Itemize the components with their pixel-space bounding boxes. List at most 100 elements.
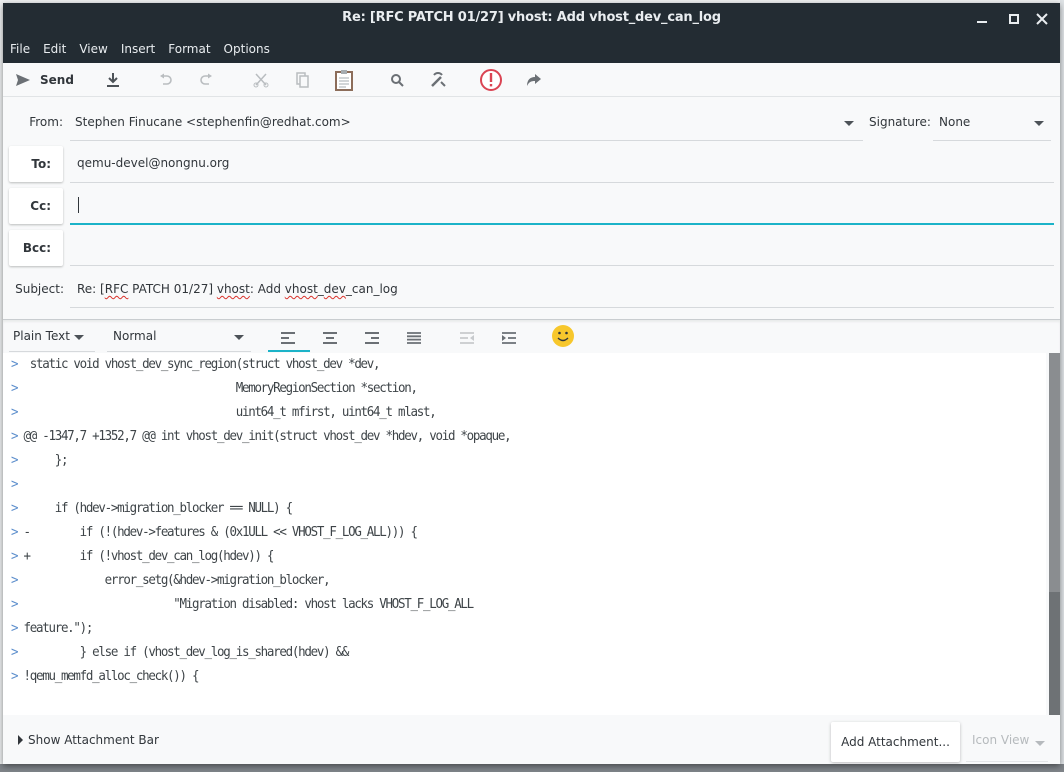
body-line: > uint64_t mfirst, uint64_t mlast,: [11, 401, 437, 425]
add-attachment-button[interactable]: Add Attachment...: [831, 722, 960, 762]
body-line-text: static void vhost_dev_sync_region(struct…: [17, 357, 381, 372]
body-line-text: };: [17, 453, 69, 468]
spellcheck-icon: [431, 72, 446, 87]
unindent-button[interactable]: [447, 327, 487, 349]
menu-view[interactable]: View: [79, 42, 107, 56]
menu-bar: File Edit View Insert Format Options: [3, 34, 1060, 63]
maximize-icon: [1009, 14, 1019, 24]
main-toolbar: Send: [3, 63, 1060, 97]
indent-button[interactable]: [489, 327, 529, 349]
cut-button[interactable]: [251, 68, 271, 92]
close-button[interactable]: [1032, 9, 1052, 29]
quote-marker: >: [11, 477, 18, 492]
align-center-icon: [323, 332, 337, 344]
title-bar[interactable]: Re: [RFC PATCH 01/27] vhost: Add vhost_d…: [3, 3, 1060, 34]
view-select-arrow-icon[interactable]: [1035, 741, 1045, 746]
body-line-text: !qemu_memfd_alloc_check()) {: [17, 669, 199, 684]
save-draft-icon: [107, 73, 119, 87]
paragraph-style-underline: [107, 351, 251, 352]
text-mode-value: Plain Text: [13, 329, 70, 343]
unindent-icon: [460, 332, 474, 344]
text-mode-arrow-icon[interactable]: [74, 335, 84, 340]
scrollbar-thumb[interactable]: [1049, 353, 1060, 592]
cc-field[interactable]: [77, 197, 1047, 215]
send-label: Send: [40, 73, 74, 87]
body-line: > error_setg(&hdev->migration_blocker,: [11, 569, 331, 593]
show-attachment-bar-toggle[interactable]: Show Attachment Bar: [18, 733, 159, 747]
from-label: From:: [29, 115, 63, 129]
background-window-edge-bottom: [0, 764, 1064, 772]
menu-insert[interactable]: Insert: [121, 42, 155, 56]
subject-misspelled-word: vhost: [284, 282, 318, 296]
priority-icon: [480, 69, 502, 91]
redo-button[interactable]: [196, 68, 216, 92]
text-mode-select[interactable]: Plain Text: [13, 329, 70, 343]
paragraph-style-arrow-icon[interactable]: [234, 335, 244, 340]
show-attachment-bar-label: Show Attachment Bar: [28, 733, 159, 747]
align-right-button[interactable]: [352, 327, 392, 349]
forward-button[interactable]: [524, 68, 544, 92]
priority-button[interactable]: [478, 68, 504, 92]
body-line: > if (hdev->migration_blocker == NULL) {: [11, 497, 293, 521]
window-title: Re: [RFC PATCH 01/27] vhost: Add vhost_d…: [342, 10, 721, 25]
menu-format[interactable]: Format: [168, 42, 210, 56]
body-line-text: feature.");: [17, 621, 93, 636]
subject-field[interactable]: Re: [RFC PATCH 01/27] vhost: Add vhost_d…: [77, 282, 398, 296]
expand-arrow-icon: [18, 735, 23, 745]
from-field[interactable]: Stephen Finucane <stephenfin@redhat.com>: [75, 115, 351, 129]
body-line-text: if (hdev->migration_blocker == NULL) {: [17, 501, 293, 516]
align-center-button[interactable]: [310, 327, 350, 349]
bcc-button[interactable]: Bcc:: [9, 230, 63, 266]
send-icon: [16, 74, 30, 86]
subject-text: _can_log: [345, 282, 398, 296]
body-line-text: - if (!(hdev->features & (0x1ULL << VHOS…: [17, 525, 418, 540]
background-window-edge: [1060, 0, 1064, 772]
insert-emoji-button[interactable]: [543, 325, 583, 347]
copy-button[interactable]: [293, 68, 313, 92]
align-right-icon: [365, 332, 379, 344]
body-line: >: [11, 473, 18, 497]
find-button[interactable]: [387, 68, 407, 92]
subject-text: PATCH 01/27]: [128, 282, 217, 296]
minimize-icon: [977, 21, 987, 23]
spellcheck-button[interactable]: [428, 68, 448, 92]
undo-button[interactable]: [156, 68, 176, 92]
message-body-editor[interactable]: > static void vhost_dev_sync_region(stru…: [3, 353, 1046, 715]
minimize-button[interactable]: [972, 9, 992, 29]
menu-options[interactable]: Options: [224, 42, 270, 56]
align-justify-button[interactable]: [394, 327, 434, 349]
body-line-text: error_setg(&hdev->migration_blocker,: [17, 573, 331, 588]
body-line-text: + if (!vhost_dev_can_log(hdev)) {: [17, 549, 274, 564]
body-line-text: @@ -1347,7 +1352,7 @@ int vhost_dev_init…: [17, 429, 511, 444]
from-dropdown-arrow-icon[interactable]: [844, 121, 854, 126]
send-button[interactable]: Send: [15, 68, 74, 92]
forward-icon: [527, 74, 541, 86]
editor-scrollbar[interactable]: [1049, 353, 1060, 715]
align-left-active-indicator: [268, 350, 310, 352]
body-line: > static void vhost_dev_sync_region(stru…: [11, 353, 381, 377]
subject-label: Subject:: [15, 282, 64, 296]
signature-select[interactable]: None: [939, 115, 970, 129]
text-cursor: [78, 197, 79, 213]
view-select-underline: [966, 761, 1048, 762]
save-draft-button[interactable]: [103, 68, 123, 92]
paragraph-style-select[interactable]: Normal: [113, 329, 156, 343]
menu-edit[interactable]: Edit: [43, 42, 66, 56]
attachment-view-select[interactable]: Icon View: [972, 733, 1029, 747]
body-line: > !qemu_memfd_alloc_check()) {: [11, 665, 200, 689]
menu-file[interactable]: File: [10, 42, 30, 56]
subject-misspelled-word: vhost: [216, 282, 250, 296]
indent-icon: [502, 332, 516, 344]
undo-icon: [160, 73, 172, 85]
maximize-button[interactable]: [1004, 9, 1024, 29]
paste-button[interactable]: [333, 68, 355, 92]
to-field[interactable]: qemu-devel@nongnu.org: [77, 156, 229, 170]
cc-button[interactable]: Cc:: [9, 188, 63, 224]
align-left-button[interactable]: [268, 327, 308, 349]
body-line-text: uint64_t mfirst, uint64_t mlast,: [17, 405, 437, 420]
bcc-field[interactable]: [77, 240, 1047, 258]
to-button[interactable]: To:: [9, 146, 63, 182]
body-line: > } else if (vhost_dev_log_is_shared(hde…: [11, 641, 349, 665]
body-line: > "Migration disabled: vhost lacks VHOST…: [11, 593, 474, 617]
signature-dropdown-arrow-icon[interactable]: [1034, 121, 1044, 126]
